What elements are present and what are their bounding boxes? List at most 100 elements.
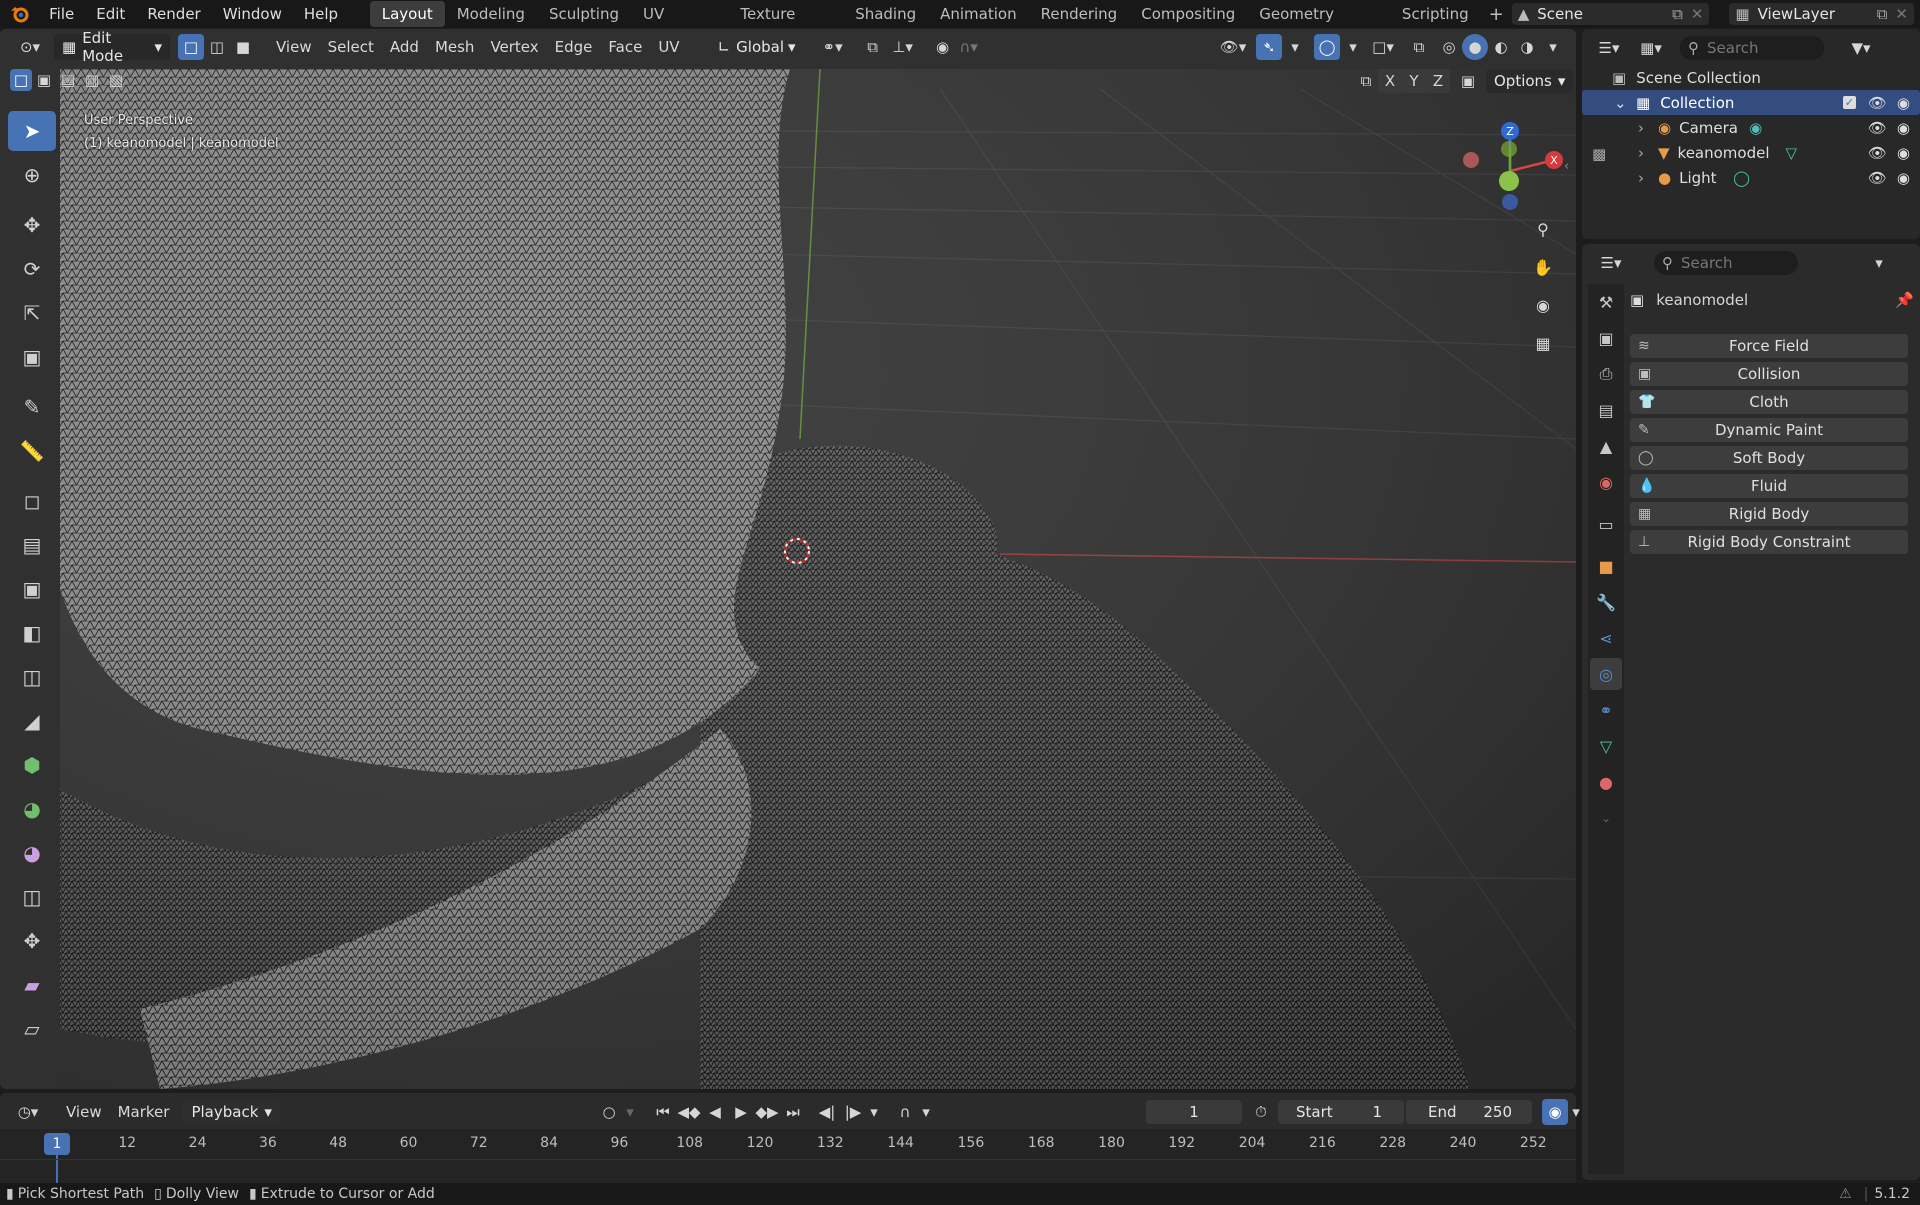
mesh-edit-overlays-icon[interactable]: □▾ — [1366, 34, 1400, 60]
properties-search-input[interactable]: ⚲ Search — [1654, 251, 1798, 275]
object-tab-icon[interactable]: ■ — [1590, 550, 1622, 582]
chevron-down-icon[interactable]: ▾ — [1340, 34, 1366, 60]
rip-tool-icon[interactable]: ▱ — [8, 1009, 56, 1049]
particles-tab-icon[interactable]: ⋖ — [1590, 622, 1622, 654]
select-new-icon[interactable]: □ — [10, 69, 32, 91]
display-mode-icon[interactable]: ▦▾ — [1632, 35, 1670, 61]
wireframe-shading-icon[interactable]: ◎ — [1436, 34, 1462, 60]
vertex-select-icon[interactable]: □ — [178, 34, 204, 60]
network-off-icon[interactable]: ⚠ — [1839, 1186, 1852, 1202]
select-extend-icon[interactable]: ▣ — [32, 69, 56, 91]
add-cube-tool-icon[interactable]: ◻ — [8, 481, 56, 521]
view-layer-tab-icon[interactable]: ▤ — [1590, 394, 1622, 426]
collision-button[interactable]: ▣ Collision — [1630, 362, 1908, 386]
workspace-tab-modeling[interactable]: Modeling — [445, 1, 537, 27]
collection-tab-icon[interactable]: ▭ — [1590, 508, 1622, 540]
proportional-edit-icon[interactable]: ◉ — [930, 34, 956, 60]
falloff-icon[interactable]: ∩▾ — [956, 34, 982, 60]
next-marker-icon[interactable]: |▶ — [840, 1099, 866, 1125]
editor-type-icon[interactable]: ⊙▾ — [10, 34, 50, 60]
output-tab-icon[interactable]: ⎙ — [1590, 358, 1622, 390]
rendered-shading-icon[interactable]: ◑ — [1514, 34, 1540, 60]
timeline-menu-view[interactable]: View — [58, 1100, 110, 1124]
chevron-down-icon[interactable]: ▾ — [1866, 250, 1892, 276]
solid-shading-icon[interactable]: ● — [1462, 34, 1488, 60]
properties-editor-type-icon[interactable]: ☰▾ — [1592, 250, 1630, 276]
edge-slide-tool-icon[interactable]: ◫ — [8, 877, 56, 917]
workspace-tab-compositing[interactable]: Compositing — [1129, 1, 1247, 27]
navigation-gizmo[interactable]: Z X — [1450, 109, 1570, 219]
constraints-tab-icon[interactable]: ⚭ — [1590, 694, 1622, 726]
menu-window[interactable]: Window — [212, 1, 293, 27]
playback-menu[interactable]: Playback ▾ — [183, 1100, 280, 1124]
workspace-tab-uv-editing[interactable]: UV Editing — [631, 1, 728, 49]
eye-icon[interactable]: 👁 — [1868, 119, 1887, 137]
pan-hand-icon[interactable]: ✋ — [1527, 251, 1559, 283]
view-layer-selector[interactable]: ▦ ViewLayer ⧉ ✕ — [1729, 3, 1914, 25]
outliner-row-keanomodel[interactable]: › ▼ keanomodel ▽ 👁 ◉ — [1582, 140, 1920, 165]
topology-mirror-icon[interactable]: ▣ — [1456, 69, 1480, 93]
select-subtract-icon[interactable]: ▤ — [56, 69, 80, 91]
pin-icon[interactable]: 📌 — [1895, 291, 1914, 309]
jump-end-icon[interactable]: ⏭ — [780, 1099, 806, 1125]
blender-logo-icon[interactable] — [6, 1, 34, 27]
outliner-editor-type-icon[interactable]: ☰▾ — [1590, 35, 1628, 61]
chevron-right-icon[interactable]: › — [1638, 144, 1652, 162]
viewport-canvas[interactable] — [0, 29, 1576, 1089]
mirror-x-toggle[interactable]: X — [1378, 69, 1402, 93]
playhead[interactable]: 1 — [44, 1133, 70, 1155]
record-keyframe-icon[interactable]: ○ — [596, 1099, 622, 1125]
select-intersect-icon[interactable]: ▧ — [104, 69, 128, 91]
prev-marker-icon[interactable]: ◀| — [814, 1099, 840, 1125]
chevron-down-icon[interactable]: ▾ — [866, 1099, 882, 1125]
eye-icon[interactable]: 👁 — [1868, 144, 1887, 162]
play-reverse-icon[interactable]: ◀ — [702, 1099, 728, 1125]
force-field-button[interactable]: ≋ Force Field — [1630, 334, 1908, 358]
mirror-z-toggle[interactable]: Z — [1426, 69, 1450, 93]
timeline-overlay-icon[interactable]: ◉ — [1542, 1099, 1568, 1125]
current-frame-field[interactable]: 1 — [1146, 1100, 1242, 1124]
chevron-down-icon[interactable]: ▾ — [622, 1099, 638, 1125]
end-frame-field[interactable]: End 250 — [1406, 1100, 1532, 1124]
menu-select[interactable]: Select — [320, 35, 382, 59]
face-select-icon[interactable]: ■ — [230, 34, 256, 60]
timeline-menu-marker[interactable]: Marker — [110, 1100, 178, 1124]
cloth-button[interactable]: 👕 Cloth — [1630, 390, 1908, 414]
shear-tool-icon[interactable]: ▰ — [8, 965, 56, 1005]
workspace-tab-rendering[interactable]: Rendering — [1029, 1, 1130, 27]
dynamic-paint-button[interactable]: ✎ Dynamic Paint — [1630, 418, 1908, 442]
gizmo-toggle-icon[interactable]: ➴ — [1256, 34, 1282, 60]
add-workspace-icon[interactable]: + — [1481, 4, 1512, 25]
xray-toggle-icon[interactable]: ⧉ — [1406, 34, 1432, 60]
scale-tool-icon[interactable]: ⇱ — [8, 293, 56, 333]
eye-icon[interactable]: 👁 — [1868, 169, 1887, 187]
chevron-down-icon[interactable]: ⌄ — [1590, 802, 1622, 834]
render-tab-icon[interactable]: ▣ — [1590, 322, 1622, 354]
tool-tab-icon[interactable]: ⚒ — [1590, 286, 1622, 318]
scene-tab-icon[interactable]: ▲ — [1590, 430, 1622, 462]
loop-cut-tool-icon[interactable]: ◫ — [8, 657, 56, 697]
workspace-tab-sculpting[interactable]: Sculpting — [537, 1, 631, 27]
world-tab-icon[interactable]: ◉ — [1590, 466, 1622, 498]
camera-view-icon[interactable]: ◉ — [1527, 289, 1559, 321]
edge-select-icon[interactable]: ◫ — [204, 34, 230, 60]
render-camera-icon[interactable]: ◉ — [1897, 144, 1910, 162]
scene-selector[interactable]: ▲ Scene ⧉ ✕ — [1511, 3, 1710, 25]
chevron-right-icon[interactable]: › — [1638, 169, 1652, 187]
material-tab-icon[interactable]: ● — [1590, 766, 1622, 798]
outliner-search-input[interactable]: ⚲ Search — [1680, 36, 1824, 60]
render-camera-icon[interactable]: ◉ — [1897, 119, 1910, 137]
rigid-body-constraint-button[interactable]: ⊥ Rigid Body Constraint — [1630, 530, 1908, 554]
timeline-ruler[interactable]: 12 24 36 48 60 72 84 96 108 120 132 144 156 168 180 192… — [0, 1129, 1576, 1183]
3d-viewport[interactable]: ⊙▾ ▦ Edit Mode ▾ □ ◫ ■ View Select Add M… — [0, 29, 1576, 1089]
outliner-sidebar-icon[interactable]: ▩ — [1592, 145, 1606, 163]
transform-tool-icon[interactable]: ▣ — [8, 337, 56, 377]
timeline-editor-type-icon[interactable]: ◷▾ — [10, 1099, 46, 1125]
visibility-icon[interactable]: 👁▾ — [1216, 34, 1250, 60]
chevron-right-icon[interactable]: › — [1638, 119, 1652, 137]
material-shading-icon[interactable]: ◐ — [1488, 34, 1514, 60]
mirror-y-toggle[interactable]: Y — [1402, 69, 1426, 93]
options-dropdown[interactable]: Options ▾ — [1486, 69, 1574, 93]
soft-body-button[interactable]: ◯ Soft Body — [1630, 446, 1908, 470]
workspace-tab-scripting[interactable]: Scripting — [1390, 1, 1481, 27]
